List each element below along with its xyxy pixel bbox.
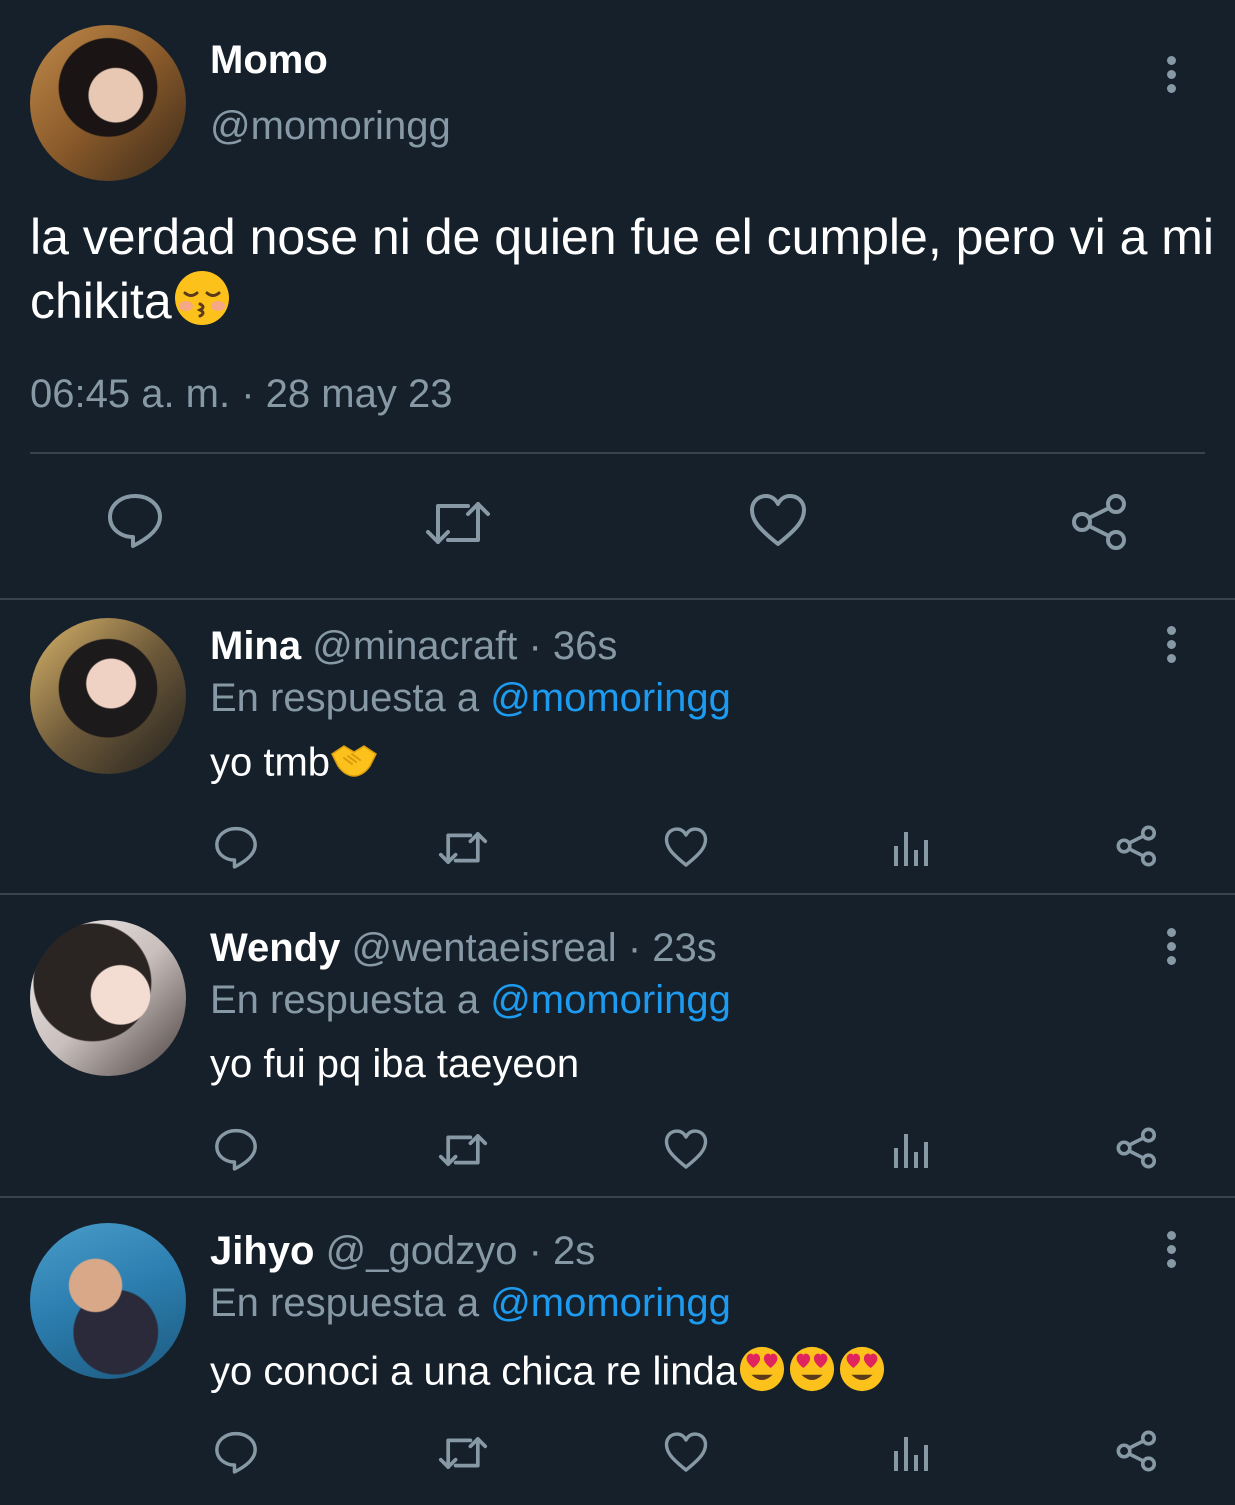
more-options-icon[interactable] [1161,928,1181,968]
analytics-icon[interactable] [890,1130,932,1170]
reply-prefix: En respuesta a [210,1281,491,1325]
analytics-icon[interactable] [890,828,932,868]
reply-header: Wendy @wentaeisreal · 23s [210,926,717,971]
like-icon[interactable] [663,1128,709,1170]
author-handle[interactable]: @momoringg [210,104,451,149]
like-icon[interactable] [748,492,808,548]
tweet-timestamp[interactable]: 06:45 a. m. · 28 may 23 [30,372,452,417]
reply-text: yo tmb [210,740,378,790]
author-handle[interactable]: @wentaeisreal [352,926,617,970]
divider [0,893,1235,895]
meta-separator: · [230,372,266,416]
tweet-actions [0,490,1235,570]
more-options-icon[interactable] [1161,1231,1181,1271]
avatar[interactable] [30,618,186,774]
retweet-icon[interactable] [437,828,489,868]
like-icon[interactable] [663,1431,709,1473]
reply-tweet[interactable]: Mina @minacraft · 36s En respuesta a @mo… [0,600,1235,900]
share-icon[interactable] [1114,1429,1160,1473]
avatar[interactable] [30,920,186,1076]
reply-icon[interactable] [213,1429,259,1475]
reply-time[interactable]: 23s [652,926,717,970]
reply-context: En respuesta a @momoringg [210,676,731,721]
author-name[interactable]: Jihyo [210,1229,314,1273]
reply-text-content: yo tmb [210,740,331,785]
reply-header: Mina @minacraft · 36s [210,624,617,669]
reply-text: yo conoci a una chica re linda [210,1345,887,1403]
kissing-face-closed-eyes-icon [172,268,232,342]
share-icon[interactable] [1114,1126,1160,1170]
reply-time[interactable]: 2s [553,1229,595,1273]
reply-icon[interactable] [213,824,259,870]
reply-icon[interactable] [213,1126,259,1172]
more-options-icon[interactable] [1161,56,1181,96]
author-handle[interactable]: @_godzyo [326,1229,518,1273]
mention-link[interactable]: @momoringg [490,1281,731,1325]
reply-actions [0,822,1235,882]
author-handle[interactable]: @minacraft [312,624,517,668]
share-icon[interactable] [1068,492,1132,552]
divider [0,1196,1235,1198]
heart-eyes-icon [737,1345,787,1403]
meta-separator: · [616,926,653,970]
reply-text-content: yo fui pq iba taeyeon [210,1042,580,1086]
divider [30,452,1205,454]
reply-actions [0,1427,1235,1487]
reply-prefix: En respuesta a [210,978,491,1022]
retweet-icon[interactable] [437,1130,489,1170]
reply-text: yo fui pq iba taeyeon [210,1042,579,1087]
reply-context: En respuesta a @momoringg [210,1281,731,1326]
meta-separator: · [517,1229,553,1273]
reply-header: Jihyo @_godzyo · 2s [210,1229,595,1274]
mention-link[interactable]: @momoringg [490,978,731,1022]
reply-time[interactable]: 36s [553,624,618,668]
handshake-icon [330,740,378,790]
author-name[interactable]: Wendy [210,926,340,970]
tweet-thread-page: Momo @momoringg la verdad nose ni de qui… [0,0,1235,1503]
reply-text-content: yo conoci a una chica re linda [210,1349,737,1394]
reply-tweet[interactable]: Jihyo @_godzyo · 2s En respuesta a @momo… [0,1205,1235,1505]
more-options-icon[interactable] [1161,626,1181,666]
reply-tweet[interactable]: Wendy @wentaeisreal · 23s En respuesta a… [0,902,1235,1202]
heart-eyes-icon [787,1345,837,1403]
analytics-icon[interactable] [890,1433,932,1473]
heart-eyes-icon [837,1345,887,1403]
retweet-icon[interactable] [424,496,492,550]
avatar[interactable] [30,25,186,181]
meta-separator: · [517,624,553,668]
tweet-text: la verdad nose ni de quien fue el cumple… [30,206,1220,342]
reply-prefix: En respuesta a [210,676,491,720]
author-name[interactable]: Momo [210,38,328,83]
author-name[interactable]: Mina [210,624,301,668]
reply-icon[interactable] [105,490,165,550]
share-icon[interactable] [1114,824,1160,868]
tweet-time: 06:45 a. m. [30,372,231,416]
like-icon[interactable] [663,826,709,868]
main-tweet: Momo @momoringg la verdad nose ni de qui… [0,0,1235,600]
retweet-icon[interactable] [437,1433,489,1473]
avatar[interactable] [30,1223,186,1379]
reply-actions [0,1124,1235,1184]
tweet-date: 28 may 23 [265,372,453,416]
reply-context: En respuesta a @momoringg [210,978,731,1023]
mention-link[interactable]: @momoringg [490,676,731,720]
